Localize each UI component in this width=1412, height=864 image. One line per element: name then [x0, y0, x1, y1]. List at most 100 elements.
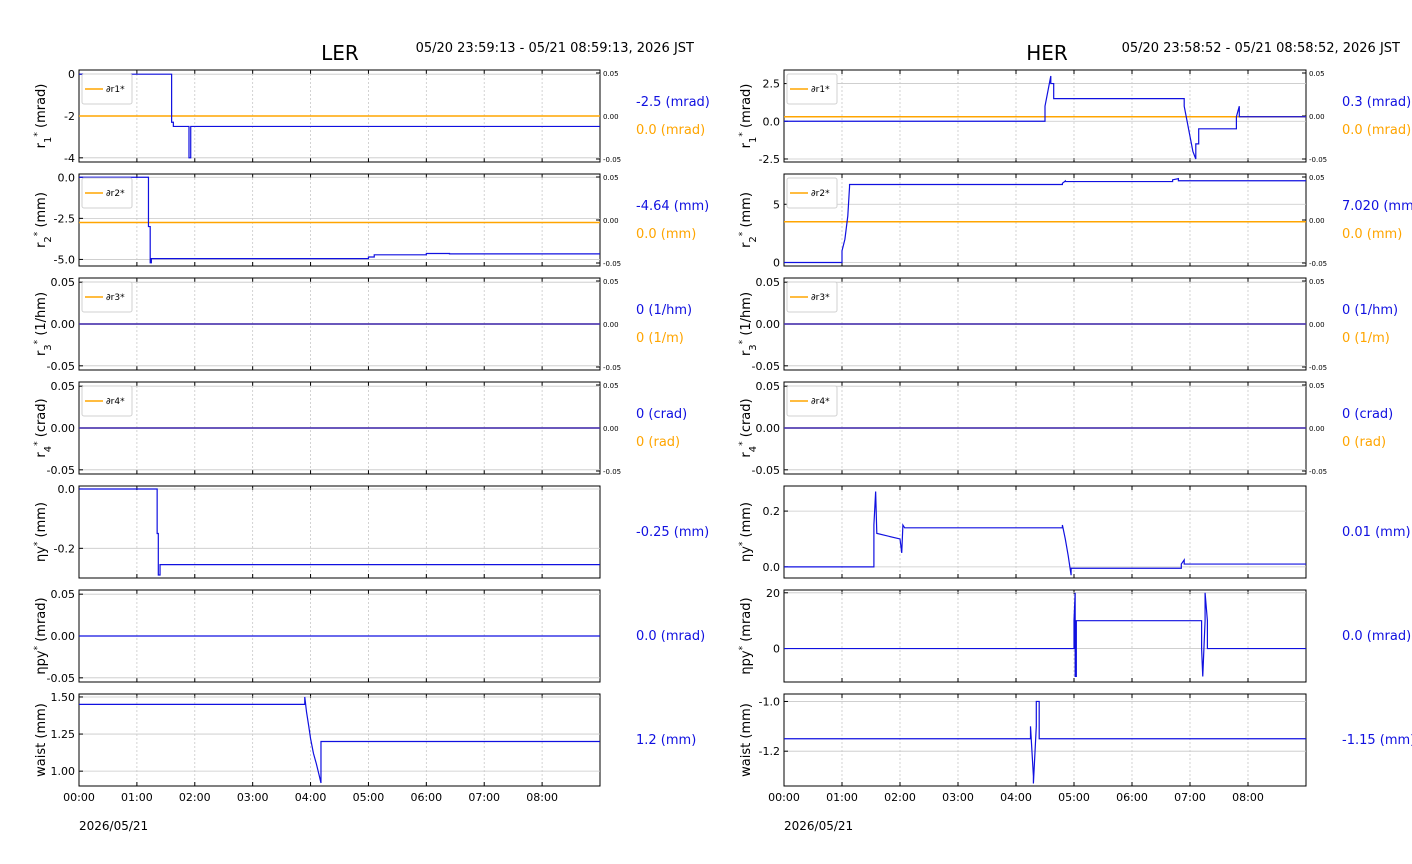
x-tick-label: 02:00: [884, 791, 916, 804]
right-tick-label: 0.05: [1309, 278, 1325, 286]
right-tick-label: 0.05: [603, 70, 619, 78]
legend: ∂r1*: [786, 73, 838, 105]
y-tick-label: 0.0: [58, 483, 76, 496]
y-tick-label: 0.05: [51, 276, 76, 289]
x-tick-label: 01:00: [826, 791, 858, 804]
ylabel-unit: (mrad): [739, 597, 754, 646]
ylabel-unit: (mm): [739, 502, 754, 542]
y-tick-label: -0.05: [47, 360, 75, 373]
right-tick-label: -0.05: [603, 260, 621, 268]
y-tick-label: -5.0: [54, 253, 75, 266]
legend: ∂r1*: [81, 73, 133, 105]
right-tick-label: -0.05: [603, 156, 621, 164]
readout-primary: 0.01 (mm): [1342, 525, 1411, 540]
right-tick-label: -0.05: [1309, 156, 1327, 164]
y-tick-label: -4: [64, 152, 75, 165]
legend-label: ∂r4*: [811, 397, 830, 407]
x-tick-label: 07:00: [468, 791, 500, 804]
y-axis-label: r1* (mrad): [33, 84, 54, 149]
plot-frame: [783, 693, 1307, 787]
x-tick-label: 00:00: [768, 791, 800, 804]
x-tick-label: 00:00: [63, 791, 95, 804]
panel-title: HER: [1026, 41, 1068, 65]
ylabel-unit: (crad): [739, 398, 754, 441]
legend-label: ∂r3*: [106, 293, 125, 303]
right-tick-label: 0.00: [603, 113, 619, 121]
subplot-6: 00:00 01:00 02:00 03:00 04:00 05:00 06:00 07:00…: [739, 693, 1412, 804]
y-axis-label: ηpy* (mrad): [738, 597, 754, 674]
legend: ∂r2*: [786, 177, 838, 209]
x-tick-label: 06:00: [410, 791, 442, 804]
y-axis-label: ηy* (mm): [33, 502, 49, 562]
x-tick-label: 01:00: [121, 791, 153, 804]
readout-primary: 0.3 (mrad): [1342, 95, 1411, 110]
subplot-1: 0.0 -2.5 -5.0 0.05 0.00 -0.05 ∂r2* r2* (mm) -4.6…: [33, 171, 709, 268]
plot-frame: [783, 589, 1307, 683]
legend-label: ∂r3*: [811, 293, 830, 303]
right-tick-label: 0.05: [603, 278, 619, 286]
y-axis-label: waist (mm): [739, 703, 754, 777]
y-axis-label: r2* (mm): [738, 192, 759, 248]
subplot-4: 0.2 0.0 ηy* (mm) 0.01 (mm): [738, 485, 1411, 579]
ylabel-base: ηy: [34, 546, 49, 562]
readout-primary: -1.15 (mm): [1342, 733, 1412, 748]
ylabel-sub: 2: [43, 236, 54, 242]
ylabel-sub: 4: [43, 446, 54, 452]
ylabel-sub: 1: [748, 137, 759, 143]
y-tick-label: 0.0: [763, 115, 781, 128]
y-tick-label: 0.0: [763, 561, 781, 574]
y-tick-label: 0: [773, 643, 780, 656]
y-axis-label: r2* (mm): [33, 192, 54, 248]
readout-secondary: 0.0 (mm): [636, 227, 696, 242]
plot-frame: [78, 693, 601, 787]
legend: ∂r3*: [786, 281, 838, 313]
ylabel-base: ηpy: [739, 650, 754, 674]
readout-primary: 0 (1/hm): [636, 303, 692, 318]
y-tick-label: -0.05: [47, 672, 75, 685]
readout-primary: -0.25 (mm): [636, 525, 709, 540]
legend: ∂r4*: [81, 385, 133, 417]
right-tick-label: 0.05: [603, 174, 619, 182]
readout-primary: 0 (crad): [1342, 407, 1393, 422]
right-tick-label: 0.00: [1309, 113, 1325, 121]
panel-her: HER 05/20 23:58:52 - 05/21 08:58:52, 2026…: [738, 41, 1412, 833]
time-range: 05/20 23:59:13 - 05/21 08:59:13, 2026 JS…: [416, 41, 694, 56]
right-tick-label: 0.00: [603, 321, 619, 329]
right-tick-label: 0.00: [1309, 425, 1325, 433]
y-axis-label: waist (mm): [34, 703, 49, 777]
date-label: 2026/05/21: [784, 819, 853, 833]
y-tick-label: 0.00: [51, 422, 76, 435]
y-tick-label: 0.00: [51, 630, 76, 643]
ylabel-base: ηy: [739, 546, 754, 562]
subplot-0: 0 -2 -4 0.05 0.00 -0.05 ∂r1* r1* (mrad) -2.5 (mr…: [33, 68, 710, 165]
subplot-1: 5 0 0.05 0.00 -0.05 ∂r2* r2* (mm) 7.020 (mm) 0.0…: [738, 173, 1412, 270]
y-tick-label: 1.00: [51, 765, 76, 778]
legend-label: ∂r2*: [811, 189, 830, 199]
readout-primary: 0 (1/hm): [1342, 303, 1398, 318]
ylabel-unit: (mm): [739, 192, 754, 232]
x-tick-label: 07:00: [1174, 791, 1206, 804]
y-tick-label: -0.05: [752, 464, 780, 477]
subplot-3: 0.050.00-0.050.050.00-0.05∂r4*r4* (crad)…: [33, 380, 687, 477]
y-tick-label: 20: [766, 587, 780, 600]
right-tick-label: 0.00: [603, 425, 619, 433]
y-axis-label: ηy* (mm): [738, 502, 754, 562]
ylabel-unit: (mm): [34, 192, 49, 232]
ylabel-unit: (mrad): [34, 84, 49, 133]
x-tick-label: 08:00: [1232, 791, 1264, 804]
x-tick-label: 08:00: [526, 791, 558, 804]
subplot-3: 0.050.00-0.050.050.00-0.05∂r4*r4* (crad)…: [738, 380, 1393, 477]
y-tick-label: 0.00: [756, 318, 781, 331]
x-tick-label: 04:00: [295, 791, 327, 804]
y-tick-label: 0.00: [51, 318, 76, 331]
y-tick-label: -1.2: [759, 745, 780, 758]
y-tick-label: -2.5: [759, 153, 780, 166]
right-tick-label: -0.05: [1309, 364, 1327, 372]
ylabel-sub: 1: [43, 137, 54, 143]
y-tick-label: -0.2: [54, 542, 75, 555]
y-tick-label: 1.25: [51, 728, 76, 741]
y-tick-label: -1.0: [759, 695, 780, 708]
subplot-4: 0.0 -0.2 ηy* (mm) -0.25 (mm): [33, 483, 709, 579]
plot-frame: [78, 173, 601, 267]
subplot-0: 2.5 0.0 -2.5 0.05 0.00 -0.05 ∂r1* r1* (mrad) 0.3…: [738, 69, 1411, 166]
